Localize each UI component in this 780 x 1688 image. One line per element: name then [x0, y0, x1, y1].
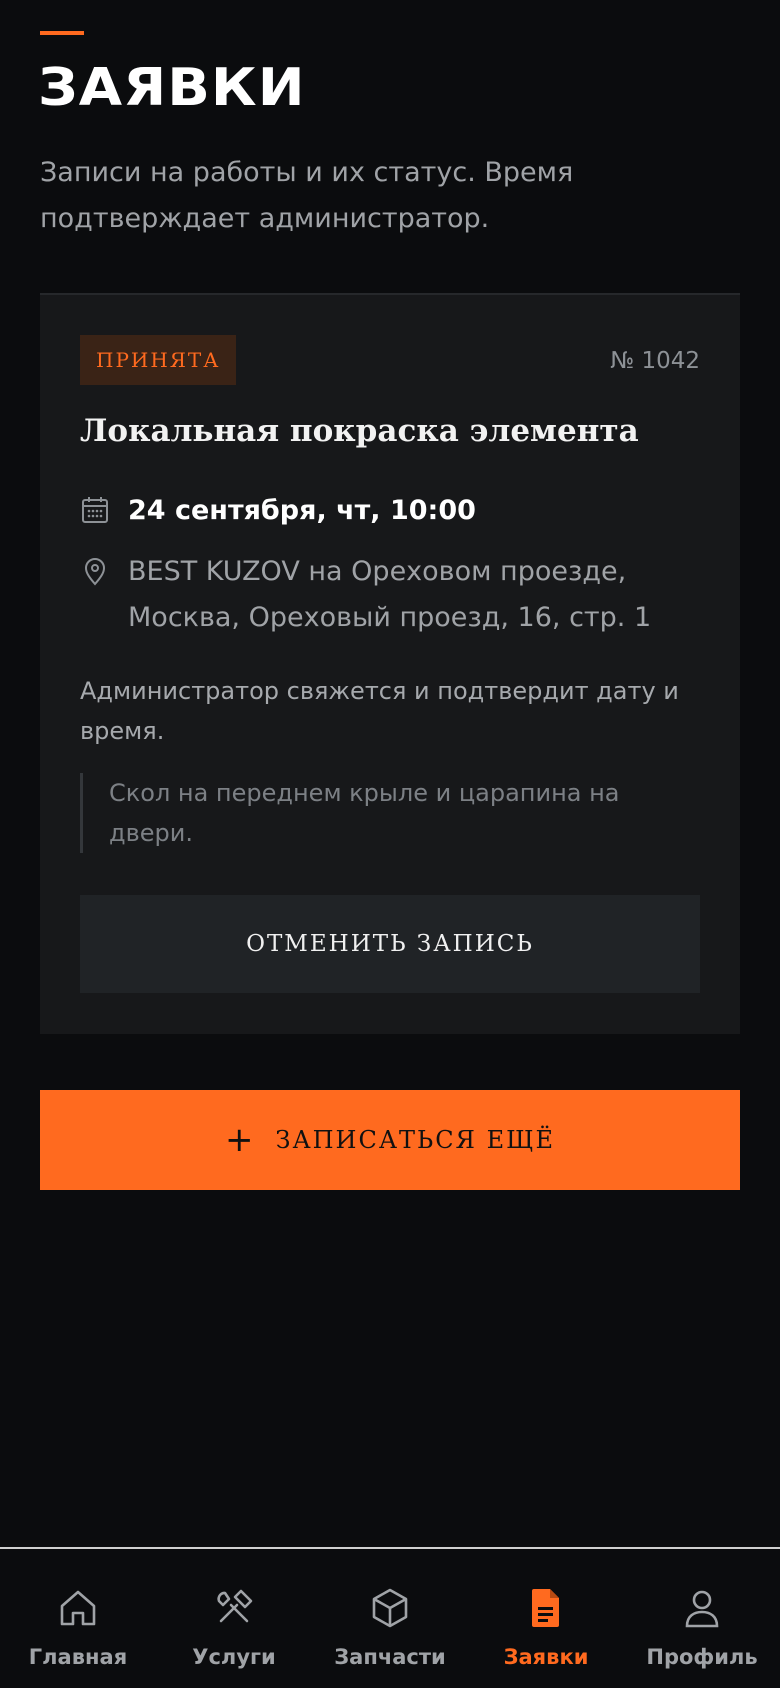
document-icon — [523, 1585, 569, 1635]
nav-label-parts: Запчасти — [334, 1645, 446, 1669]
booking-address: BEST KUZOV на Ореховом проезде, Москва, … — [128, 556, 652, 633]
page-subtitle: Записи на работы и их статус. Время подт… — [40, 157, 574, 234]
booking-card: ПРИНЯТА № 1042 Локальная покраска элемен… — [40, 293, 740, 1034]
user-icon — [679, 1585, 725, 1635]
bottom-nav: Главная Услуги Запчасти Заявки Профиль — [0, 1547, 780, 1688]
title-accent-line — [40, 31, 84, 35]
book-more-label: ЗАПИСАТЬСЯ ЕЩЁ — [275, 1126, 555, 1154]
nav-item-parts[interactable]: Запчасти — [312, 1549, 468, 1688]
page-title: ЗАЯВКИ — [38, 58, 306, 118]
nav-label-services: Услуги — [192, 1645, 276, 1669]
home-icon — [55, 1585, 101, 1635]
booking-comment: Скол на переднем крыле и царапина на две… — [80, 773, 660, 853]
tools-icon — [211, 1585, 257, 1635]
cancel-booking-button[interactable]: ОТМЕНИТЬ ЗАПИСЬ — [80, 895, 700, 993]
plus-icon: + — [224, 1120, 256, 1160]
admin-note: Администратор свяжется и подтвердит дату… — [80, 677, 679, 745]
nav-label-requests: Заявки — [503, 1645, 589, 1669]
nav-label-home: Главная — [28, 1645, 128, 1669]
book-more-button[interactable]: + ЗАПИСАТЬСЯ ЕЩЁ — [40, 1090, 740, 1190]
status-badge: ПРИНЯТА — [80, 335, 237, 385]
location-pin-icon — [80, 557, 110, 587]
calendar-icon — [80, 495, 110, 525]
booking-datetime: 24 сентября, чт, 10:00 — [128, 495, 476, 526]
nav-item-home[interactable]: Главная — [0, 1549, 156, 1688]
nav-item-profile[interactable]: Профиль — [624, 1549, 780, 1688]
date-row: 24 сентября, чт, 10:00 — [80, 495, 476, 527]
order-number: № 1042 — [610, 348, 700, 374]
nav-label-profile: Профиль — [646, 1645, 758, 1669]
nav-item-services[interactable]: Услуги — [156, 1549, 312, 1688]
service-title: Локальная покраска элемента — [80, 413, 639, 449]
address-row: BEST KUZOV на Ореховом проезде, Москва, … — [80, 556, 700, 641]
nav-item-requests[interactable]: Заявки — [468, 1549, 624, 1688]
box-icon — [367, 1585, 413, 1635]
